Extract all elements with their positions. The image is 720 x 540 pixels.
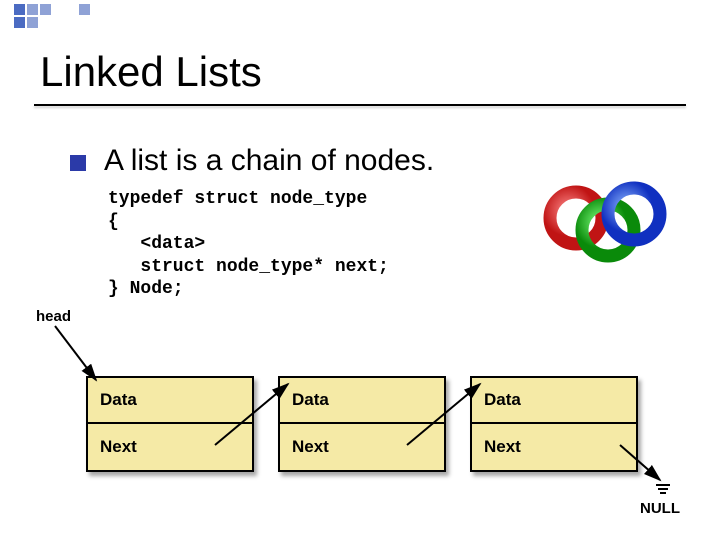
- code-line: <data>: [108, 234, 205, 254]
- title-divider: [34, 104, 686, 106]
- node-data-field: Data: [88, 378, 252, 424]
- node-next-field: Next: [280, 424, 444, 470]
- slide-decoration: [0, 0, 90, 28]
- list-node: Data Next: [86, 376, 254, 472]
- node-next-field: Next: [472, 424, 636, 470]
- list-node: Data Next: [278, 376, 446, 472]
- list-node: Data Next: [470, 376, 638, 472]
- null-ground-icon: [656, 484, 670, 494]
- code-line: struct node_type* next;: [108, 257, 389, 277]
- code-line: } Node;: [108, 279, 184, 299]
- bullet-icon: [70, 155, 86, 171]
- head-label: head: [36, 308, 71, 325]
- code-line: {: [108, 212, 119, 232]
- bullet-point: A list is a chain of nodes.: [70, 144, 434, 178]
- node-data-field: Data: [472, 378, 636, 424]
- slide-title: Linked Lists: [40, 48, 262, 96]
- node-data-field: Data: [280, 378, 444, 424]
- node-next-field: Next: [88, 424, 252, 470]
- code-line: typedef struct node_type: [108, 189, 367, 209]
- chain-rings-illustration: [540, 174, 670, 284]
- null-label: NULL: [640, 500, 680, 517]
- bullet-text: A list is a chain of nodes.: [104, 144, 434, 178]
- code-block: typedef struct node_type { <data> struct…: [108, 188, 389, 301]
